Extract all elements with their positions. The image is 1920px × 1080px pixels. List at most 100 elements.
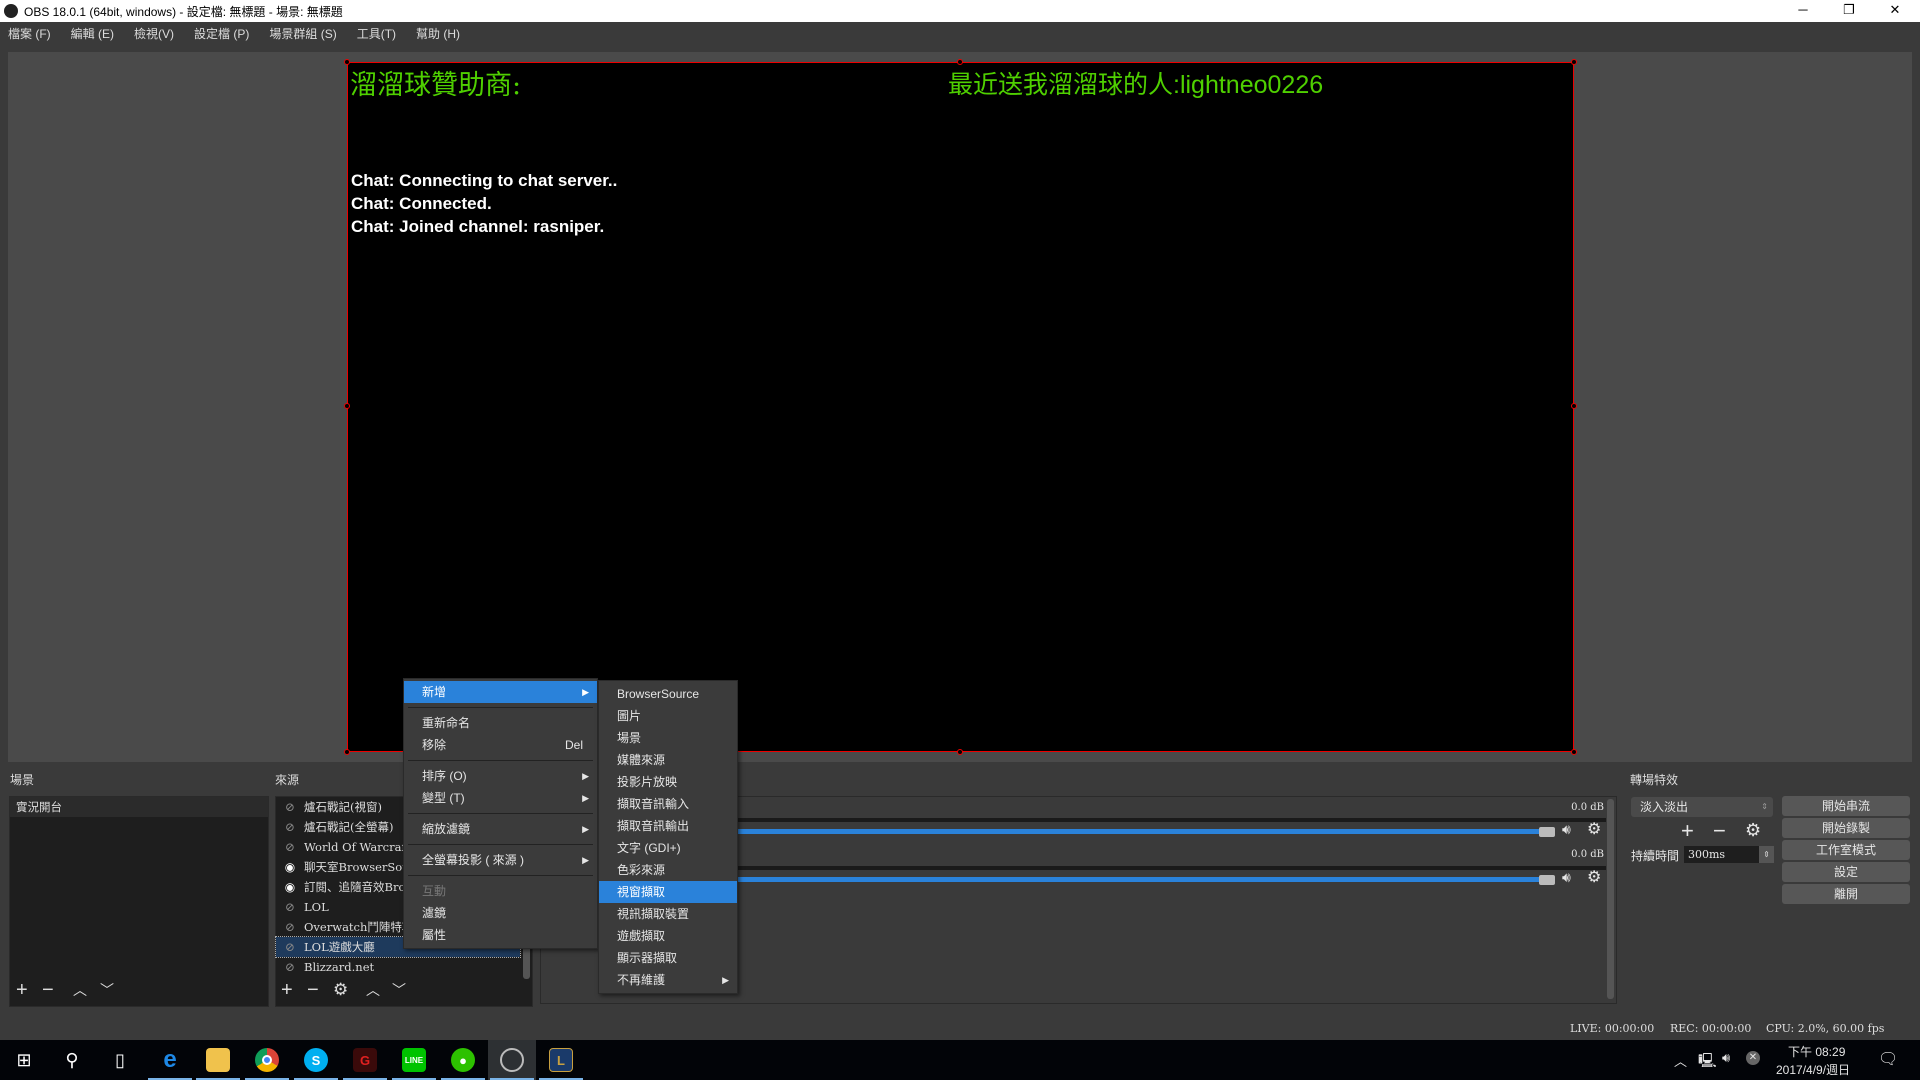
duration-input[interactable]: 300ms ⇕ <box>1684 846 1774 863</box>
obs-taskbar-icon[interactable] <box>488 1040 536 1080</box>
submenu-item[interactable]: 顯示器擷取 <box>599 947 737 969</box>
submenu-item[interactable]: 色彩來源 <box>599 859 737 881</box>
menu-item-remove[interactable]: 移除 Del <box>404 734 597 756</box>
wechat-icon[interactable]: ● <box>439 1040 487 1080</box>
resize-handle[interactable] <box>1571 403 1577 409</box>
eye-hidden-icon[interactable]: ⊘ <box>282 920 298 934</box>
clock-time[interactable]: 下午 08:29 <box>1788 1043 1845 1060</box>
error-status-icon[interactable]: ✕ <box>1746 1051 1760 1065</box>
add-scene-button[interactable]: + <box>16 978 28 1002</box>
line-icon[interactable]: LINE <box>390 1040 438 1080</box>
gear-icon[interactable]: ⚙ <box>1587 867 1601 887</box>
transition-gear-icon[interactable]: ⚙ <box>1745 820 1761 841</box>
eye-hidden-icon[interactable]: ⊘ <box>282 840 298 854</box>
transition-select[interactable]: 淡入淡出 ⇕ <box>1631 797 1773 817</box>
submenu-item[interactable]: BrowserSource <box>599 683 737 705</box>
exit-button[interactable]: 離開 <box>1782 884 1910 904</box>
chrome-icon[interactable] <box>243 1040 291 1080</box>
menu-view[interactable]: 檢視(V) <box>134 25 174 42</box>
menu-item-fullscreen-projector[interactable]: 全螢幕投影 ( 來源 ) ▶ <box>404 849 597 871</box>
eye-icon[interactable]: ◉ <box>282 880 298 894</box>
source-up-button[interactable]: ︿ <box>366 978 380 1002</box>
volume-icon[interactable]: 🔊︎ <box>1722 1050 1730 1066</box>
eye-icon[interactable]: ◉ <box>282 860 298 874</box>
gear-icon[interactable]: ⚙ <box>1587 819 1601 839</box>
resize-handle[interactable] <box>344 749 350 755</box>
source-name: LOL遊戲大廳 <box>304 940 375 954</box>
restore-button[interactable]: ❐ <box>1826 0 1872 22</box>
settings-button[interactable]: 設定 <box>1782 862 1910 882</box>
menu-item-rename[interactable]: 重新命名 <box>404 712 597 734</box>
search-icon[interactable]: ⚲ <box>48 1040 96 1080</box>
resize-handle[interactable] <box>1571 749 1577 755</box>
submenu-item[interactable]: 不再維護 ▶ <box>599 969 737 991</box>
garena-icon[interactable]: G <box>341 1040 389 1080</box>
menu-item-order[interactable]: 排序 (O) ▶ <box>404 765 597 787</box>
tray-chevron-up-icon[interactable]: ︿ <box>1674 1051 1687 1070</box>
divider <box>408 760 593 761</box>
menu-item-filters[interactable]: 濾鏡 <box>404 902 597 924</box>
remove-source-button[interactable]: − <box>307 978 319 1002</box>
menu-help[interactable]: 幫助 (H) <box>416 25 460 42</box>
submenu-item[interactable]: 投影片放映 <box>599 771 737 793</box>
edge-browser-icon[interactable]: e <box>146 1040 194 1080</box>
clock-date[interactable]: 2017/4/9/週日 <box>1776 1061 1850 1078</box>
submenu-item[interactable]: 圖片 <box>599 705 737 727</box>
volume-slider-thumb[interactable] <box>1539 827 1555 837</box>
skype-icon[interactable]: S <box>292 1040 340 1080</box>
league-of-legends-icon[interactable]: L <box>537 1040 585 1080</box>
task-view-icon[interactable]: ▯ <box>96 1040 144 1080</box>
add-source-button[interactable]: + <box>281 978 293 1002</box>
speaker-icon[interactable]: 🔊︎ <box>1562 821 1571 838</box>
action-center-icon[interactable]: 🗨︎ <box>1878 1049 1898 1069</box>
minimize-button[interactable]: ─ <box>1780 0 1826 22</box>
scene-down-button[interactable]: ﹀ <box>100 978 114 1002</box>
submenu-item[interactable]: 媒體來源 <box>599 749 737 771</box>
menu-tools[interactable]: 工具(T) <box>357 25 396 42</box>
mixer-scrollbar[interactable] <box>1607 799 1614 999</box>
scene-up-button[interactable]: ︿ <box>73 978 87 1002</box>
speaker-icon[interactable]: 🔊︎ <box>1562 869 1571 886</box>
volume-slider-thumb[interactable] <box>1539 875 1555 885</box>
menu-scene-collection[interactable]: 場景群組 (S) <box>269 25 336 42</box>
network-icon[interactable]: 🖳︎ <box>1698 1050 1717 1074</box>
submenu-item[interactable]: 擷取音訊輸出 <box>599 815 737 837</box>
source-item[interactable]: ⊘ Blizzard.net <box>276 957 520 977</box>
remove-transition-button[interactable]: − <box>1713 818 1726 844</box>
remove-scene-button[interactable]: − <box>42 978 54 1002</box>
menu-item-scale-filter[interactable]: 縮放濾鏡 ▶ <box>404 818 597 840</box>
submenu-item[interactable]: 場景 <box>599 727 737 749</box>
duration-spinner[interactable]: ⇕ <box>1759 846 1774 863</box>
submenu-item[interactable]: 文字 (GDI+) <box>599 837 737 859</box>
windows-start-icon[interactable]: ⊞ <box>0 1040 48 1080</box>
studio-mode-button[interactable]: 工作室模式 <box>1782 840 1910 860</box>
start-recording-button[interactable]: 開始錄製 <box>1782 818 1910 838</box>
eye-hidden-icon[interactable]: ⊘ <box>282 960 298 974</box>
preview-canvas[interactable]: 溜溜球贊助商: 最近送我溜溜球的人:lightneo0226 Chat: Con… <box>344 59 1577 755</box>
resize-handle[interactable] <box>344 403 350 409</box>
add-transition-button[interactable]: + <box>1681 818 1694 844</box>
submenu-item[interactable]: 視窗擷取 <box>599 881 737 903</box>
menu-profile[interactable]: 設定檔 (P) <box>194 25 249 42</box>
file-explorer-icon[interactable] <box>194 1040 242 1080</box>
eye-hidden-icon[interactable]: ⊘ <box>282 800 298 814</box>
resize-handle[interactable] <box>1571 59 1577 65</box>
submenu-item[interactable]: 遊戲擷取 <box>599 925 737 947</box>
eye-hidden-icon[interactable]: ⊘ <box>282 820 298 834</box>
resize-handle[interactable] <box>957 749 963 755</box>
eye-hidden-icon[interactable]: ⊘ <box>282 900 298 914</box>
scene-item[interactable]: 實況開台 <box>10 797 268 817</box>
menu-item-transform[interactable]: 變型 (T) ▶ <box>404 787 597 809</box>
menu-file[interactable]: 檔案 (F) <box>8 25 51 42</box>
menu-item-add[interactable]: 新增 ▶ <box>404 681 597 703</box>
close-button[interactable]: ✕ <box>1872 0 1918 22</box>
source-properties-gear-icon[interactable]: ⚙ <box>333 978 348 1002</box>
eye-hidden-icon[interactable]: ⊘ <box>282 940 298 954</box>
start-streaming-button[interactable]: 開始串流 <box>1782 796 1910 816</box>
menu-edit[interactable]: 編輯 (E) <box>71 25 114 42</box>
menu-item-properties[interactable]: 屬性 <box>404 924 597 946</box>
submenu-item[interactable]: 擷取音訊輸入 <box>599 793 737 815</box>
source-down-button[interactable]: ﹀ <box>392 978 406 1002</box>
submenu-item[interactable]: 視訊擷取裝置 <box>599 903 737 925</box>
obs-logo-icon <box>4 4 18 18</box>
